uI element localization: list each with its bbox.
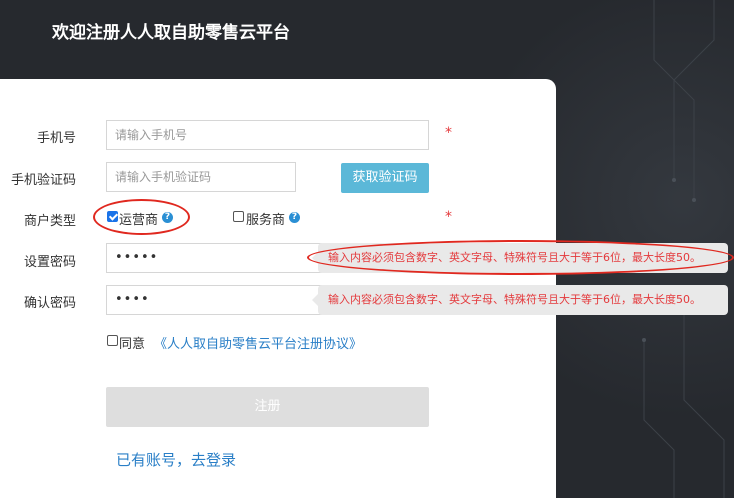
service-provider-help-icon[interactable]: ?: [289, 212, 300, 223]
service-provider-label: 服务商: [246, 213, 286, 228]
operator-checkbox[interactable]: [107, 211, 118, 222]
password-tooltip: 输入内容必须包含数字、英文字母、特殊符号且大于等于6位，最大长度50。: [312, 243, 728, 273]
merchant-type-required-mark: *: [445, 209, 452, 225]
confirm-password-tooltip: 输入内容必须包含数字、英文字母、特殊符号且大于等于6位，最大长度50。: [312, 285, 728, 315]
phone-label: 手机号: [36, 131, 76, 146]
code-label: 手机验证码: [10, 173, 76, 188]
code-input[interactable]: 请输入手机验证码: [106, 162, 296, 192]
phone-required-mark: *: [445, 125, 452, 141]
register-button[interactable]: 注册: [106, 387, 429, 427]
agree-label: 同意: [119, 337, 146, 352]
password-label: 设置密码: [23, 255, 76, 270]
merchant-type-label: 商户类型: [23, 214, 76, 229]
operator-label: 运营商: [119, 213, 159, 228]
operator-help-icon[interactable]: ?: [162, 212, 173, 223]
agree-checkbox[interactable]: [107, 335, 118, 346]
service-provider-checkbox[interactable]: [233, 211, 244, 222]
phone-input[interactable]: 请输入手机号: [106, 120, 429, 150]
login-link[interactable]: 已有账号，去登录: [116, 449, 236, 470]
page-title: 欢迎注册人人取自助零售云平台: [52, 23, 290, 43]
confirm-password-label: 确认密码: [23, 296, 76, 311]
agreement-link[interactable]: 《人人取自助零售云平台注册协议》: [154, 333, 362, 352]
get-code-button[interactable]: 获取验证码: [341, 163, 429, 193]
